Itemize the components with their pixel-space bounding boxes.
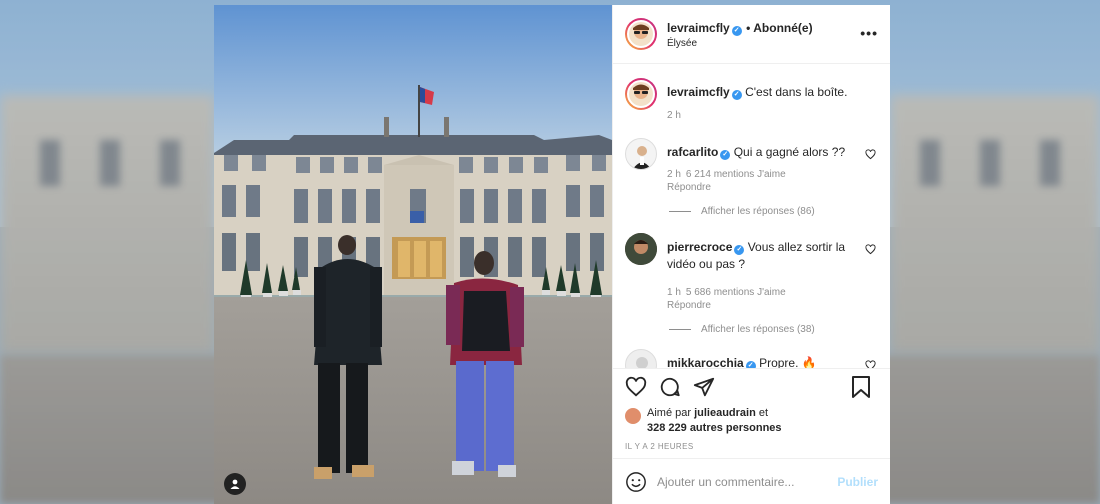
comment-username[interactable]: rafcarlito — [667, 145, 718, 159]
liker-avatar[interactable] — [625, 408, 641, 425]
author-username[interactable]: levraimcfly — [667, 21, 730, 35]
follow-status[interactable]: • Abonné(e) — [746, 21, 812, 35]
post-location[interactable]: Élysée — [667, 38, 813, 50]
tagged-users-icon[interactable] — [224, 473, 246, 495]
comment-like-heart-icon[interactable] — [865, 149, 876, 160]
comment-item: mikkarocchia ✓ Propre. 🔥 — [625, 348, 878, 369]
verified-badge-icon: ✓ — [720, 150, 731, 161]
more-options-icon[interactable]: ••• — [860, 25, 878, 41]
comment-like-heart-icon[interactable] — [865, 244, 876, 255]
verified-badge-icon: ✓ — [745, 360, 756, 369]
comment-bubble-icon[interactable] — [657, 374, 683, 400]
comment-likes[interactable]: 5 686 mentions J'aime — [686, 287, 786, 298]
comment-likes[interactable]: 6 214 mentions J'aime — [686, 169, 786, 180]
add-comment-input[interactable]: Ajouter un commentaire... — [657, 475, 837, 489]
comment-username[interactable]: mikkarocchia — [667, 356, 744, 369]
comments-list: levraimcfly ✓ C'est dans la boîte. 2 h ra… — [613, 64, 890, 369]
commenter-avatar[interactable] — [625, 233, 657, 266]
view-replies-label: Afficher les réponses (38) — [701, 323, 815, 335]
liked-by-prefix: Aimé par — [647, 407, 692, 420]
post-timestamp[interactable]: IL Y A 2 HEURES — [613, 436, 890, 458]
emoji-smiley-icon[interactable] — [625, 471, 647, 493]
verified-badge-icon: ✓ — [731, 26, 742, 37]
reply-link[interactable]: Répondre — [667, 182, 711, 193]
comment-item: rafcarlito ✓ Qui a gagné alors ?? 2 h 6 21… — [625, 138, 878, 194]
comment-username[interactable]: pierrecroce — [667, 240, 732, 254]
view-replies-label: Afficher les réponses (86) — [701, 206, 815, 218]
caption-avatar[interactable] — [625, 78, 657, 110]
author-avatar[interactable] — [625, 18, 657, 50]
post-sidebar: levraimcfly ✓ • Abonné(e) Élysée ••• levr… — [612, 5, 890, 504]
post-header: levraimcfly ✓ • Abonné(e) Élysée ••• — [613, 5, 890, 64]
caption: levraimcfly ✓ C'est dans la boîte. 2 h — [625, 78, 878, 122]
elysee-courtyard-photo — [214, 5, 612, 504]
bookmark-save-icon[interactable] — [848, 374, 874, 400]
comment-time[interactable]: 2 h — [667, 169, 681, 180]
caption-text: C'est dans la boîte. — [745, 85, 848, 99]
liked-by-connector: et — [758, 407, 769, 420]
comment-text: Qui a gagné alors ?? — [733, 145, 846, 160]
view-replies-button[interactable]: Afficher les réponses (38) — [669, 324, 878, 335]
verified-badge-icon: ✓ — [734, 245, 745, 256]
liked-by-others[interactable]: 328 229 autres personnes — [647, 422, 782, 434]
share-paper-plane-icon[interactable] — [691, 374, 717, 400]
caption-username[interactable]: levraimcfly — [667, 85, 730, 99]
publish-button[interactable]: Publier — [837, 475, 878, 489]
add-comment-bar: Ajouter un commentaire... Publier — [613, 458, 890, 504]
commenter-avatar[interactable] — [625, 138, 657, 171]
like-heart-icon[interactable] — [623, 374, 649, 400]
post-photo[interactable] — [214, 5, 612, 504]
reply-link[interactable]: Répondre — [667, 300, 711, 311]
commenter-avatar[interactable] — [625, 348, 657, 369]
post-actions — [613, 368, 890, 404]
comment-time[interactable]: 1 h — [667, 287, 681, 298]
comment-like-heart-icon[interactable] — [865, 360, 876, 369]
caption-time[interactable]: 2 h — [667, 110, 681, 121]
instagram-post: levraimcfly ✓ • Abonné(e) Élysée ••• levr… — [214, 5, 890, 504]
liked-by-user[interactable]: julieaudrain — [694, 407, 756, 419]
view-replies-button[interactable]: Afficher les réponses (86) — [669, 206, 878, 217]
comment-item: pierrecroce ✓ Vous allez sortir la vidéo … — [625, 233, 878, 311]
liked-by: Aimé par julieaudrain et 328 229 autres … — [613, 406, 890, 436]
verified-badge-icon: ✓ — [731, 90, 742, 100]
comment-text: Propre. 🔥 — [759, 355, 817, 369]
